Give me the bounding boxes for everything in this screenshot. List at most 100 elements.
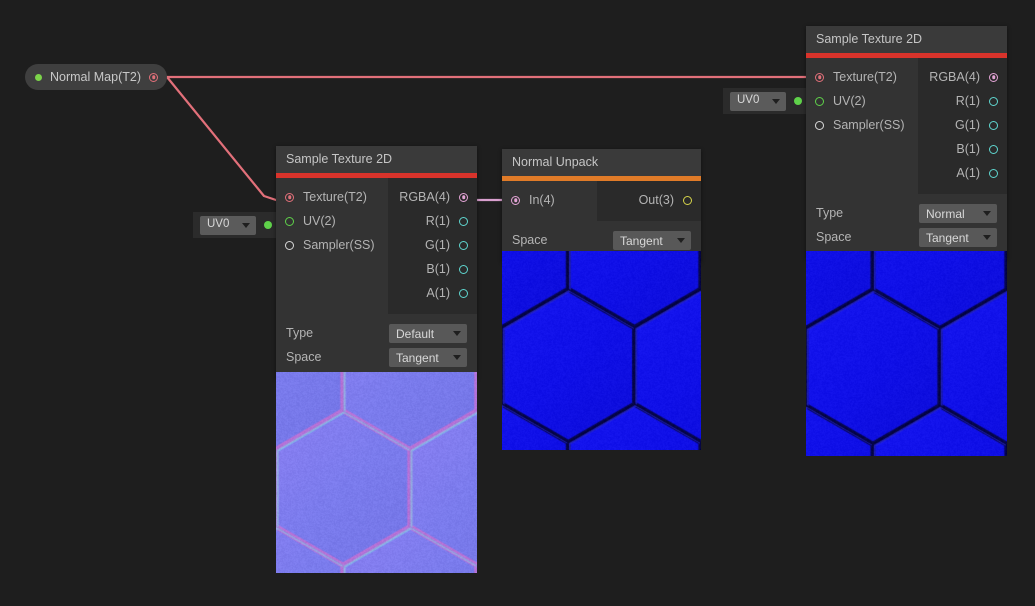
output-port-g[interactable] bbox=[989, 121, 998, 130]
input-slot-sampler[interactable]: Sampler(SS) bbox=[276, 233, 388, 257]
input-slot-sampler[interactable]: Sampler(SS) bbox=[806, 113, 918, 137]
control-dropdown-space[interactable]: Tangent bbox=[919, 228, 997, 247]
control-dropdown-type[interactable]: Normal bbox=[919, 204, 997, 223]
node-slots: In(4) Out(3) bbox=[502, 181, 701, 221]
input-label-texture: Texture(T2) bbox=[303, 191, 367, 204]
node-sample-texture-2d-default[interactable]: Sample Texture 2D Texture(T2) UV(2) Samp… bbox=[276, 146, 477, 379]
output-port-rgba[interactable] bbox=[989, 73, 998, 82]
control-label-space: Space bbox=[512, 234, 613, 247]
node-preview-sample-texture-normal bbox=[806, 251, 1007, 456]
output-slot-rgba[interactable]: RGBA(4) bbox=[388, 185, 477, 209]
output-label-rgba: RGBA(4) bbox=[399, 191, 450, 204]
output-slot-out3[interactable]: Out(3) bbox=[597, 188, 701, 212]
control-value-space: Tangent bbox=[620, 235, 663, 247]
control-dropdown-space[interactable]: Tangent bbox=[389, 348, 467, 367]
node-header[interactable]: Normal Unpack bbox=[502, 149, 701, 176]
output-slot-a[interactable]: A(1) bbox=[918, 161, 1007, 185]
output-slot-g[interactable]: G(1) bbox=[388, 233, 477, 257]
node-input-column: Texture(T2) UV(2) Sampler(SS) bbox=[806, 58, 918, 194]
control-dropdown-space[interactable]: Tangent bbox=[613, 231, 691, 250]
control-row-type: Type Normal bbox=[806, 203, 1007, 224]
uv-channel-widget-right[interactable]: UV0 bbox=[723, 88, 809, 114]
input-label-uv: UV(2) bbox=[303, 215, 336, 228]
output-label-a: A(1) bbox=[426, 287, 450, 300]
chevron-down-icon bbox=[983, 235, 991, 240]
output-slot-r[interactable]: R(1) bbox=[918, 89, 1007, 113]
output-label-r: R(1) bbox=[426, 215, 450, 228]
input-label-in4: In(4) bbox=[529, 194, 555, 207]
uv-output-port-right[interactable] bbox=[794, 97, 802, 105]
output-label-g: G(1) bbox=[425, 239, 450, 252]
output-port-rgba[interactable] bbox=[459, 193, 468, 202]
chevron-down-icon bbox=[242, 223, 250, 228]
control-value-type: Default bbox=[396, 328, 434, 340]
property-output-port-texture[interactable] bbox=[149, 73, 158, 82]
node-slots: Texture(T2) UV(2) Sampler(SS) RGBA(4) R(… bbox=[806, 58, 1007, 194]
output-label-a: A(1) bbox=[956, 167, 980, 180]
node-title: Sample Texture 2D bbox=[816, 33, 922, 46]
output-label-rgba: RGBA(4) bbox=[929, 71, 980, 84]
output-port-b[interactable] bbox=[459, 265, 468, 274]
input-slot-uv[interactable]: UV(2) bbox=[806, 89, 918, 113]
control-row-space: Space Tangent bbox=[806, 227, 1007, 248]
edge-normalmap-to-left-texture[interactable] bbox=[167, 77, 287, 200]
output-slot-r[interactable]: R(1) bbox=[388, 209, 477, 233]
uv-output-port-left[interactable] bbox=[264, 221, 272, 229]
node-sample-texture-2d-normal[interactable]: Sample Texture 2D Texture(T2) UV(2) Samp… bbox=[806, 26, 1007, 259]
output-port-r[interactable] bbox=[459, 217, 468, 226]
input-port-uv[interactable] bbox=[815, 97, 824, 106]
property-label: Normal Map(T2) bbox=[50, 71, 141, 84]
input-slot-in4[interactable]: In(4) bbox=[502, 188, 597, 212]
input-slot-texture[interactable]: Texture(T2) bbox=[806, 65, 918, 89]
node-output-column: Out(3) bbox=[597, 181, 701, 221]
input-port-in4[interactable] bbox=[511, 196, 520, 205]
node-input-column: Texture(T2) UV(2) Sampler(SS) bbox=[276, 178, 388, 314]
control-row-space: Space Tangent bbox=[276, 347, 477, 368]
input-port-uv[interactable] bbox=[285, 217, 294, 226]
node-normal-unpack[interactable]: Normal Unpack In(4) Out(3) Space Ta bbox=[502, 149, 701, 262]
output-port-r[interactable] bbox=[989, 97, 998, 106]
output-label-b: B(1) bbox=[426, 263, 450, 276]
property-exposed-dot bbox=[35, 74, 42, 81]
node-controls: Type Default Space Tangent bbox=[276, 314, 477, 379]
output-port-a[interactable] bbox=[459, 289, 468, 298]
control-value-space: Tangent bbox=[926, 232, 969, 244]
node-title: Normal Unpack bbox=[512, 156, 598, 169]
output-port-a[interactable] bbox=[989, 169, 998, 178]
output-slot-a[interactable]: A(1) bbox=[388, 281, 477, 305]
input-port-sampler[interactable] bbox=[815, 121, 824, 130]
output-slot-b[interactable]: B(1) bbox=[388, 257, 477, 281]
input-label-sampler: Sampler(SS) bbox=[833, 119, 905, 132]
input-port-texture[interactable] bbox=[815, 73, 824, 82]
control-row-type: Type Default bbox=[276, 323, 477, 344]
output-port-b[interactable] bbox=[989, 145, 998, 154]
node-slots: Texture(T2) UV(2) Sampler(SS) RGBA(4) R(… bbox=[276, 178, 477, 314]
node-controls: Type Normal Space Tangent bbox=[806, 194, 1007, 259]
chevron-down-icon bbox=[453, 331, 461, 336]
node-header[interactable]: Sample Texture 2D bbox=[276, 146, 477, 173]
shader-graph-canvas[interactable]: Normal Map(T2) UV0 UV0 Sample Texture 2D… bbox=[0, 0, 1035, 606]
output-slot-g[interactable]: G(1) bbox=[918, 113, 1007, 137]
uv-channel-dropdown-left[interactable]: UV0 bbox=[200, 216, 256, 235]
chevron-down-icon bbox=[983, 211, 991, 216]
control-dropdown-type[interactable]: Default bbox=[389, 324, 467, 343]
input-slot-texture[interactable]: Texture(T2) bbox=[276, 185, 388, 209]
node-header[interactable]: Sample Texture 2D bbox=[806, 26, 1007, 53]
control-label-type: Type bbox=[816, 207, 919, 220]
input-port-texture[interactable] bbox=[285, 193, 294, 202]
uv-channel-value-left: UV0 bbox=[207, 219, 229, 231]
input-port-sampler[interactable] bbox=[285, 241, 294, 250]
node-preview-normal-unpack bbox=[502, 251, 701, 450]
output-slot-b[interactable]: B(1) bbox=[918, 137, 1007, 161]
input-slot-uv[interactable]: UV(2) bbox=[276, 209, 388, 233]
uv-channel-widget-left[interactable]: UV0 bbox=[193, 212, 279, 238]
output-port-g[interactable] bbox=[459, 241, 468, 250]
control-row-space: Space Tangent bbox=[502, 230, 701, 251]
node-output-column: RGBA(4) R(1) G(1) B(1) A(1) bbox=[388, 178, 477, 314]
output-label-g: G(1) bbox=[955, 119, 980, 132]
output-slot-rgba[interactable]: RGBA(4) bbox=[918, 65, 1007, 89]
uv-channel-dropdown-right[interactable]: UV0 bbox=[730, 92, 786, 111]
property-node-normal-map[interactable]: Normal Map(T2) bbox=[25, 64, 167, 90]
chevron-down-icon bbox=[772, 99, 780, 104]
output-port-out3[interactable] bbox=[683, 196, 692, 205]
